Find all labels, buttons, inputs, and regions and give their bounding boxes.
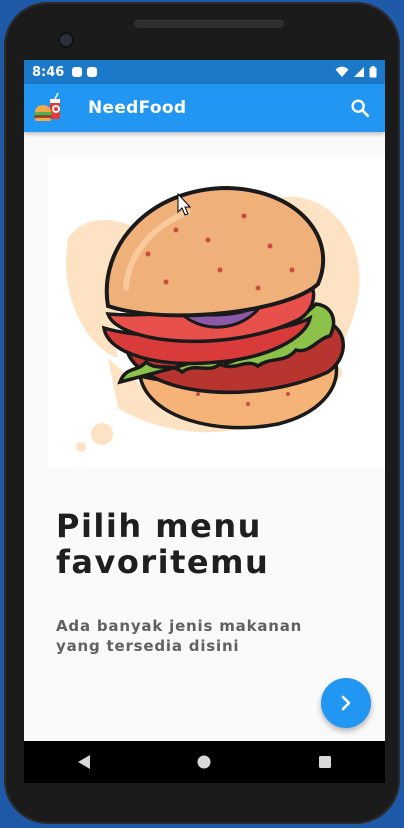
app-title: NeedFood [88, 98, 187, 118]
nav-back-button[interactable] [64, 742, 104, 782]
nav-home-button[interactable] [184, 742, 224, 782]
wifi-icon [335, 66, 349, 77]
system-navigation-bar [24, 741, 385, 783]
back-triangle-icon [78, 755, 91, 769]
headline-line-2: favoritemu [56, 543, 270, 581]
earpiece-speaker [134, 20, 284, 28]
battery-icon [369, 66, 377, 78]
page-subtitle: Ada banyak jenis makanan yang tersedia d… [56, 616, 336, 656]
status-bar: 8:46 [24, 60, 385, 84]
subtitle-line-1: Ada banyak jenis makanan [56, 617, 303, 635]
app-bar: NeedFood [24, 84, 385, 132]
signal-icon [354, 67, 364, 77]
recents-square-icon [318, 756, 331, 768]
nav-recents-button[interactable] [305, 742, 345, 782]
headline-line-1: Pilih menu [56, 507, 262, 545]
status-icons [335, 66, 377, 78]
status-time: 8:46 [32, 64, 65, 80]
page-title: Pilih menu favoritemu [56, 508, 356, 580]
hero-illustration [48, 158, 385, 468]
app-screen: 8:46 NeedFood Pilih menu favoritemu Ada … [24, 60, 385, 782]
notification-icon [72, 67, 83, 77]
subtitle-line-2: yang tersedia disini [56, 637, 240, 655]
front-camera [60, 34, 72, 46]
sd-card-icon [87, 67, 98, 77]
burger-illustration [66, 185, 360, 452]
search-icon[interactable] [349, 97, 371, 119]
chevron-right-icon [341, 695, 351, 711]
burger-drink-logo-icon [34, 92, 60, 121]
next-button[interactable] [321, 678, 371, 728]
home-circle-icon [197, 755, 211, 769]
